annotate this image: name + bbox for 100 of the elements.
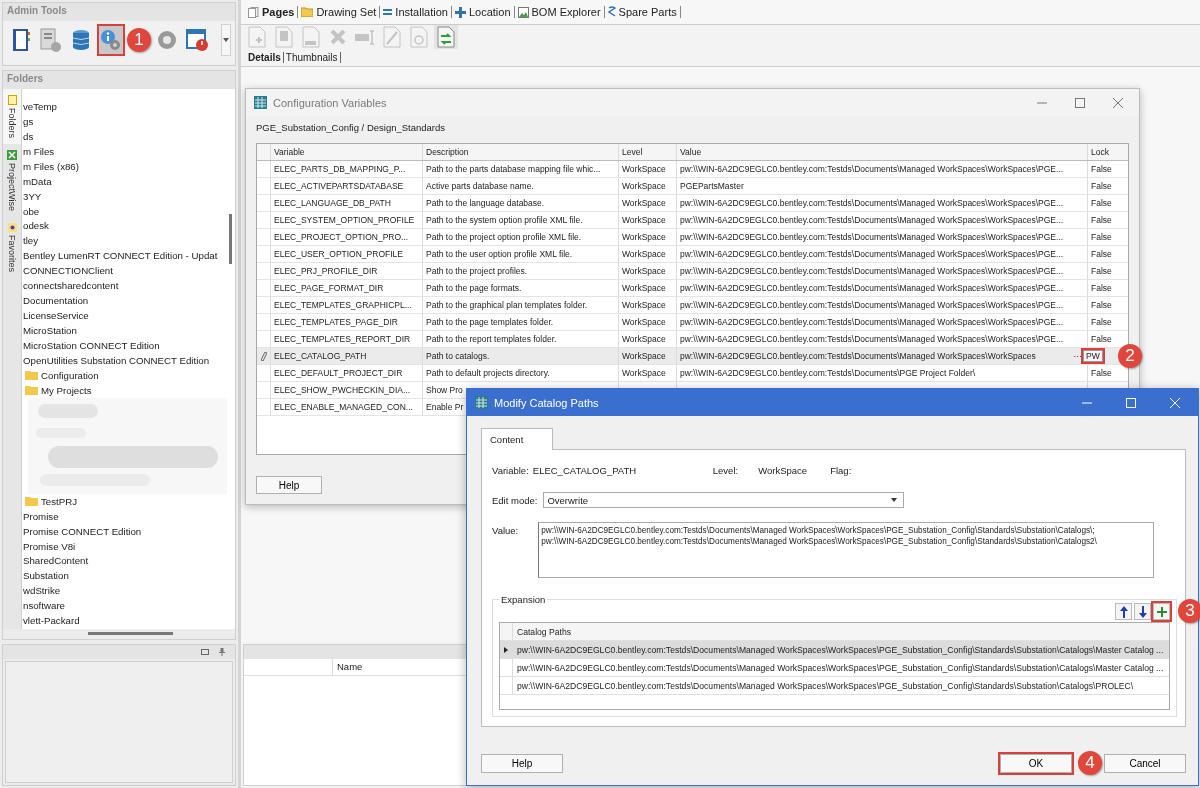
table-cell: False (1091, 368, 1112, 378)
tree-item[interactable]: wdStrike (23, 583, 227, 599)
table-cell: Path to the graphical plan templates folder. (426, 300, 588, 310)
tree-item[interactable]: My Projects (23, 382, 227, 398)
side-tab[interactable]: Folders (3, 89, 21, 144)
tree-item[interactable]: CONNECTIONClient (23, 263, 227, 279)
window-title: Modify Catalog Paths (494, 396, 599, 409)
tree-item[interactable]: Documentation (23, 293, 227, 309)
tab[interactable]: BOM Explorer (514, 6, 605, 18)
tree-item[interactable]: MicroStation (23, 323, 227, 338)
column-header[interactable]: Description (423, 144, 619, 160)
pw-button[interactable]: PW (1083, 350, 1103, 362)
cancel-button[interactable]: Cancel (1104, 754, 1186, 773)
tab[interactable]: Drawing Set (298, 6, 381, 18)
edit-mode-dropdown[interactable]: Overwrite (543, 492, 905, 508)
table-cell: ELEC_DEFAULT_PROJECT_DIR (274, 368, 403, 378)
table-cell: Path to the language database. (426, 198, 545, 208)
table-cell: WorkSpace (622, 368, 666, 378)
table-cell: ELEC_ACTIVEPARTSDATABASE (274, 181, 404, 191)
table-cell: False (1091, 181, 1112, 191)
column-header[interactable]: Name (333, 659, 367, 675)
column-header[interactable]: Catalog Paths (513, 623, 575, 640)
tree-item[interactable]: mData (23, 173, 227, 189)
tree-item[interactable]: tley (23, 233, 227, 249)
tab[interactable]: Thumbnails (283, 52, 341, 63)
table-cell: ELEC_PRJ_PROFILE_DIR (274, 266, 378, 276)
group-label: Expansion (500, 594, 547, 605)
tree-item[interactable]: Bentley LumenRT CONNECT Edition - Updat (23, 248, 227, 264)
table-cell: ELEC_PAGE_FORMAT_DIR (274, 283, 384, 293)
table-cell: pw:\\WIN-6A2DC9EGLC0.bentley.com:Testds\Documents\Managed WorkSpaces\WorkSpaces\PGE... (680, 164, 1064, 174)
table-cell: Path to default projects directory. (426, 368, 550, 378)
table-cell: ELEC_CATALOG_PATH (274, 351, 367, 361)
tree-item[interactable]: m Files (23, 143, 227, 159)
column-header[interactable]: Value (677, 144, 1088, 160)
tree-item[interactable]: TestPRJ (23, 493, 227, 509)
tree-item[interactable]: veTemp (23, 99, 227, 114)
table-cell: WorkSpace (622, 266, 666, 276)
callout-marker: 4 (1078, 751, 1102, 775)
help-button[interactable]: Help (256, 476, 322, 494)
tab[interactable]: Details (246, 52, 284, 63)
table-cell: Path to the project profiles. (426, 266, 528, 276)
table-cell: pw:\\WIN-6A2DC9EGLC0.bentley.com:Testds\Documents\Managed WorkSpaces\WorkSpaces (680, 351, 1036, 361)
tree-item[interactable]: OpenUtilities Substation CONNECT Edition (23, 352, 227, 368)
tab[interactable]: Content (481, 428, 553, 450)
tree-item[interactable]: LicenseService (23, 308, 227, 324)
table-cell: pw:\\WIN-6A2DC9EGLC0.bentley.com:Testds\Documents\Managed WorkSpaces\WorkSpaces\PGE... (680, 215, 1064, 225)
table-cell: ELEC_USER_OPTION_PROFILE (274, 249, 403, 259)
tree-item[interactable]: vlett-Packard (23, 613, 227, 629)
side-tab[interactable]: ProjectWise (3, 144, 21, 218)
side-tab[interactable]: Favorites (3, 217, 21, 279)
table-cell: pw:\\WIN-6A2DC9EGLC0.bentley.com:Testds\Documents\Managed WorkSpaces\WorkSpaces\PGE... (680, 283, 1064, 293)
table-cell: WorkSpace (622, 351, 666, 361)
breadcrumb: PGE_Substation_Config / Design_Standards (255, 121, 447, 135)
tree-item[interactable]: connectsharedcontent (23, 278, 227, 294)
tree-item[interactable]: 3YY (23, 188, 227, 204)
tree-item[interactable]: Promise (23, 508, 227, 524)
table-cell: ELEC_ENABLE_MANAGED_CON... (274, 402, 413, 412)
tree-item[interactable]: Substation (23, 568, 227, 584)
column-header[interactable]: Lock (1088, 144, 1128, 160)
table-cell: False (1091, 300, 1112, 310)
table-cell: Path to the page templates folder. (426, 317, 554, 327)
value-field[interactable]: pw:\\WIN-6A2DC9EGLC0.bentley.com:Testds\Documents\Managed WorkSpaces\WorkSpaces\PGE_Substation_Config\Standards\Substation\Catalogs\; pw:\\WIN-6A2DC9EGLC0.bentley.com:Testds\Documents\Managed WorkSpaces\WorkSpaces\PGE_Substation_Config\Standards\Substation\Catalogs2\ (538, 522, 1155, 578)
panel-title: Admin Tools (3, 3, 235, 21)
callout-marker: 1 (127, 28, 151, 52)
column-header[interactable]: Level (619, 144, 677, 160)
tree-item[interactable]: SharedContent (23, 553, 227, 569)
table-row[interactable]: pw:\\WIN-6A2DC9EGLC0.bentley.com:Testds\Documents\Managed WorkSpaces\WorkSpaces\PGE_Substation_Config\Standards\Substation\Catalogs\Master Catalog ... (500, 641, 1169, 659)
table-cell: pw:\\WIN-6A2DC9EGLC0.bentley.com:Testds\Documents\PGE Project Folder\ (680, 368, 976, 378)
table-cell: WorkSpace (622, 249, 666, 259)
table-cell: pw:\\WIN-6A2DC9EGLC0.bentley.com:Testds\Documents\Managed WorkSpaces\WorkSpaces\PGE... (680, 249, 1064, 259)
table-row[interactable]: pw:\\WIN-6A2DC9EGLC0.bentley.com:Testds\Documents\Managed WorkSpaces\WorkSpaces\PGE_Substation_Config\Standards\Substation\Catalogs\PROLEC\ (500, 677, 1169, 695)
tree-item[interactable]: Configuration (23, 367, 227, 383)
tree-item[interactable]: gs (23, 113, 227, 129)
table-cell: pw:\\WIN-6A2DC9EGLC0.bentley.com:Testds\Documents\Managed WorkSpaces\WorkSpaces\PGE... (680, 317, 1064, 327)
table-cell: ELEC_TEMPLATES_REPORT_DIR (274, 334, 411, 344)
column-header[interactable]: Variable (271, 144, 423, 160)
tree-item[interactable]: Promise CONNECT Edition (23, 523, 227, 539)
tree-item[interactable]: Promise V8i (23, 538, 227, 554)
level-value: WorkSpace (758, 464, 809, 476)
table-cell: pw:\\WIN-6A2DC9EGLC0.bentley.com:Testds\Documents\Managed WorkSpaces\WorkSpaces\PGE... (680, 266, 1064, 276)
tree-item[interactable]: odesk (23, 218, 227, 234)
table-cell: Path to the user option profile XML file. (426, 249, 573, 259)
table-cell: False (1091, 164, 1112, 174)
help-button[interactable]: Help (481, 754, 563, 773)
table-row[interactable]: pw:\\WIN-6A2DC9EGLC0.bentley.com:Testds\Documents\Managed WorkSpaces\WorkSpaces\PGE_Substation_Config\Standards\Substation\Catalogs\Master Catalog ... (500, 659, 1169, 677)
tree-item[interactable]: obe (23, 203, 227, 219)
table-cell: False (1091, 283, 1112, 293)
table-cell: WorkSpace (622, 232, 666, 242)
table-cell: ELEC_SYSTEM_OPTION_PROFILE (274, 215, 415, 225)
tab[interactable]: Installation (380, 6, 452, 18)
tree-item[interactable]: nsoftware (23, 598, 227, 614)
tree-item[interactable]: m Files (x86) (23, 158, 227, 174)
tab[interactable]: Pages (245, 6, 299, 18)
tab[interactable]: Spare Parts (604, 6, 681, 18)
tree-item[interactable]: ds (23, 128, 227, 144)
table-cell: False (1091, 334, 1112, 344)
ok-button[interactable]: OK (1000, 754, 1072, 773)
browse-button[interactable]: ··· (1071, 351, 1084, 361)
tab[interactable]: Location (451, 6, 515, 18)
tree-item[interactable]: MicroStation CONNECT Edition (23, 338, 227, 353)
